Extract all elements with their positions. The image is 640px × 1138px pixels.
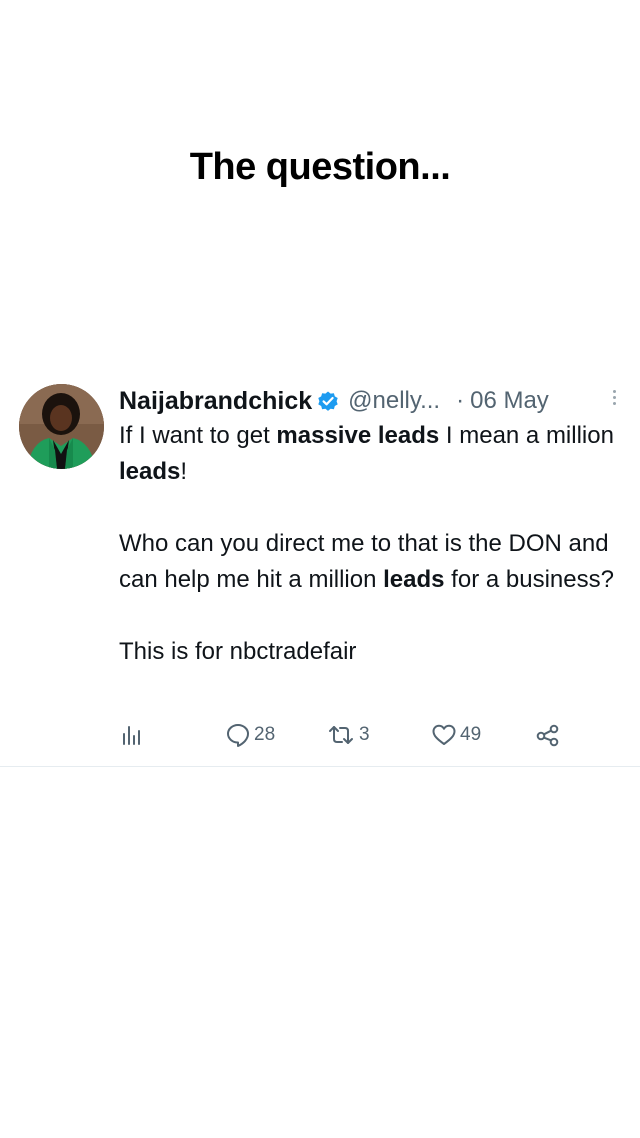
reply-count: 28 [254, 724, 276, 745]
tweet-header: Naijabrandchick @nelly... · 06 May [119, 383, 618, 419]
separator-dot: · [456, 387, 465, 414]
text-run: This is for nbctradefair [119, 638, 357, 665]
text-run: ! [180, 458, 188, 485]
action-bar: 28 3 49 [119, 720, 579, 750]
tweet-text: If I want to get massive leads I mean a … [119, 418, 629, 670]
headline: The question... [189, 146, 451, 188]
tweet-date[interactable]: 06 May [470, 387, 549, 415]
share-button[interactable] [535, 720, 561, 750]
author-name[interactable]: Naijabrandchick [119, 387, 312, 416]
tweet-paragraph: This is for nbctradefair [119, 634, 629, 670]
bold-text: leads [383, 566, 445, 593]
bold-text: massive leads [276, 422, 440, 449]
tweet-paragraph: If I want to get massive leads I mean a … [119, 418, 629, 490]
author-handle[interactable]: @nelly... [348, 387, 440, 415]
like-button[interactable]: 49 [431, 720, 481, 750]
heart-icon [431, 722, 457, 748]
analytics-icon [119, 722, 145, 748]
retweet-button[interactable]: 3 [326, 720, 370, 750]
share-icon [535, 722, 561, 748]
text-run: If I want to get [119, 422, 277, 449]
like-count: 49 [460, 724, 482, 745]
text-run: I mean a million [439, 422, 614, 449]
retweet-count: 3 [359, 724, 370, 745]
tweet-paragraph: Who can you direct me to that is the DON… [119, 526, 629, 598]
text-run: for a business? [444, 566, 614, 593]
analytics-button[interactable] [119, 720, 145, 750]
reply-button[interactable]: 28 [225, 720, 275, 750]
reply-icon [225, 722, 251, 748]
avatar[interactable] [19, 384, 104, 469]
retweet-icon [326, 722, 356, 748]
tweet-card[interactable]: Naijabrandchick @nelly... · 06 May If I … [0, 380, 640, 767]
more-options-icon[interactable] [610, 387, 618, 415]
verified-badge-icon [316, 389, 340, 413]
bold-text: leads [119, 458, 181, 485]
